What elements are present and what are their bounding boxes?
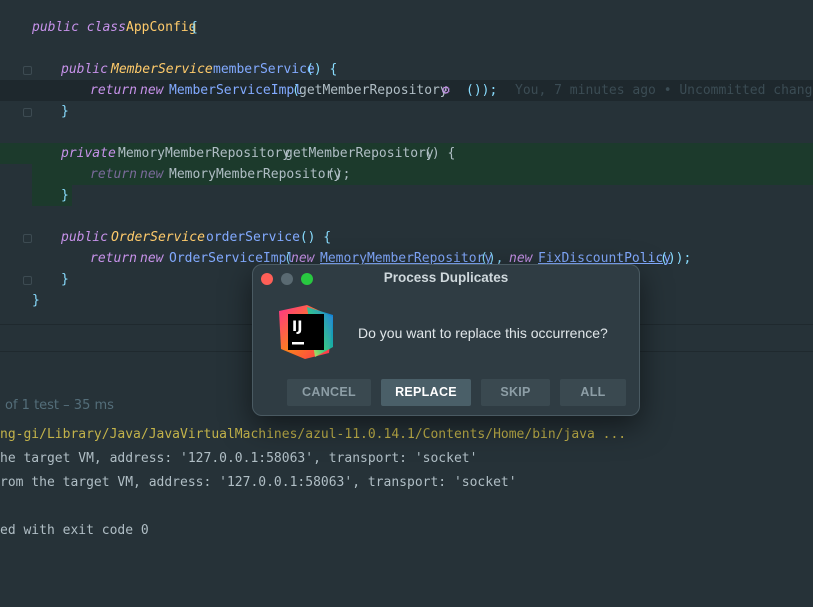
keyword: public [61,62,108,77]
paren: ()); [466,83,498,98]
app-icon-text: IJ [292,319,302,335]
signature-rest: () { [292,230,332,245]
method-name: orderService [206,230,300,245]
code-line-close[interactable]: } [0,101,813,122]
keyword: return [90,167,137,182]
signature-rest: () { [306,62,338,77]
test-status: of 1 test – 35 ms [5,398,114,413]
keyword: new [140,251,164,266]
code-line-class-declaration[interactable]: public class AppConfig { [0,17,813,38]
keyword: public [61,230,108,245]
method-name: getMemberRepository [285,146,434,161]
dialog-question: Do you want to replace this occurrence? [358,325,608,341]
dialog-title: Process Duplicates [383,270,509,285]
keyword: return [90,251,137,266]
intellij-app-icon: IJ [279,305,333,359]
keyword: new [140,83,164,98]
keyword: new [140,167,164,182]
code-line-order-service[interactable]: public OrderService orderService () { [0,227,813,248]
return-type: MemoryMemberRepository [118,146,291,161]
code-line-current[interactable]: return new MemberServiceImpl ( getMember… [0,80,813,101]
brace: } [61,272,69,287]
call-rest: (); [327,167,351,182]
keyword: public class [32,20,126,35]
code-line-close[interactable]: } [0,185,813,206]
code-line-private-return[interactable]: return new MemoryMemberRepository (); [0,164,813,185]
constructor-name: MemoryMemberRepository [169,167,342,182]
console-output-line: rom the target VM, address: '127.0.0.1:5… [0,475,517,490]
return-type: MemberService [111,62,213,77]
class-name: AppConfig [126,20,197,35]
console-output-line: he target VM, address: '127.0.0.1:58063'… [0,451,478,466]
replace-button[interactable]: REPLACE [381,379,471,406]
constructor-name: MemberServiceImpl [169,83,303,98]
console-output-line: ed with exit code 0 [0,523,149,538]
gear-icon[interactable]: ⚙ [442,80,450,101]
return-type: OrderService [111,230,205,245]
brace: { [190,20,198,35]
brace: } [32,293,40,308]
process-duplicates-dialog: Process Duplicates IJ Do you want to rep… [252,264,640,416]
brace: } [61,104,69,119]
method-call-selected: getMemberRepository [299,83,448,98]
code-line-private-method[interactable]: private MemoryMemberRepository getMember… [0,143,813,164]
code-line-member-service[interactable]: public MemberService memberService () { [0,59,813,80]
skip-button[interactable]: SKIP [481,379,550,406]
keyword: private [61,146,116,161]
paren: ()); [660,251,692,266]
git-blame-annotation: You, 7 minutes ago • Uncommitted changes [515,83,813,98]
cancel-button[interactable]: CANCEL [287,379,371,406]
console-command-line[interactable]: ng-gi/Library/Java/JavaVirtualMachines/a… [0,425,626,445]
keyword: return [90,83,137,98]
signature-rest: () { [424,146,456,161]
brace: } [61,188,69,203]
all-button[interactable]: ALL [560,379,626,406]
method-name: memberService [213,62,315,77]
